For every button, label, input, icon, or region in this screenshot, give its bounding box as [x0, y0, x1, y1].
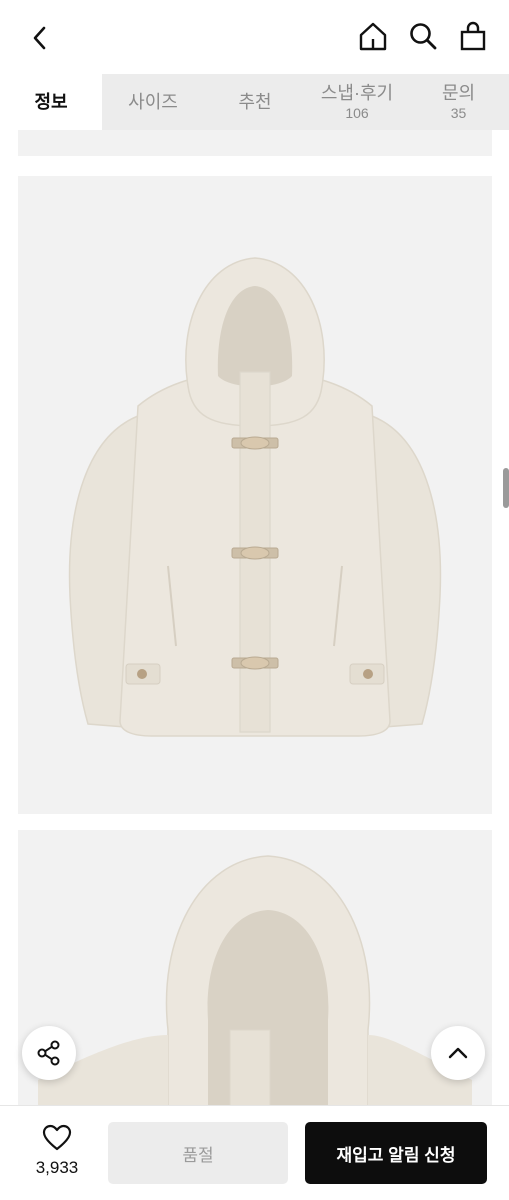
- tab-recommend[interactable]: 추천: [204, 74, 306, 130]
- search-icon: [410, 23, 437, 50]
- tab-count: 106: [345, 105, 369, 121]
- share-icon: [37, 1040, 60, 1066]
- hood-closeup-illustration: [38, 855, 472, 1105]
- home-button[interactable]: [355, 18, 391, 54]
- shopping-bag-icon: [460, 21, 486, 51]
- jacket-illustration: [68, 257, 442, 737]
- soldout-button: 품절: [108, 1122, 288, 1184]
- tab-label: 문의: [441, 83, 476, 103]
- tab-size[interactable]: 사이즈: [102, 74, 204, 130]
- chevron-up-icon: [448, 1047, 468, 1059]
- restock-alert-button[interactable]: 재입고 알림 신청: [305, 1122, 487, 1184]
- back-button[interactable]: [22, 20, 58, 56]
- tab-label: 사이즈: [128, 92, 178, 112]
- share-button[interactable]: [22, 1026, 76, 1080]
- tab-inquiry[interactable]: 문의 35: [408, 74, 509, 130]
- purchase-bar: 3,933 품절 재입고 알림 신청: [0, 1105, 509, 1200]
- search-button[interactable]: [405, 18, 441, 54]
- page-scrollbar[interactable]: [503, 468, 509, 508]
- chevron-left-icon: [33, 26, 46, 50]
- heart-icon: [42, 1124, 72, 1151]
- header-actions: [355, 18, 491, 54]
- product-image-partial: [18, 130, 492, 156]
- like-button[interactable]: 3,933: [22, 1124, 92, 1178]
- tab-count: 35: [450, 105, 467, 121]
- tab-label: 스냅·후기: [320, 83, 394, 103]
- cart-button[interactable]: [455, 18, 491, 54]
- product-image-hood-closeup: [18, 830, 492, 1105]
- scroll-top-button[interactable]: [431, 1026, 485, 1080]
- like-count: 3,933: [35, 1158, 79, 1177]
- tab-info[interactable]: 정보: [0, 74, 102, 130]
- app-header: [0, 0, 509, 74]
- product-image-jacket-front: [18, 176, 492, 814]
- product-tab-bar: 정보 사이즈 추천 스냅·후기 106 문의 35: [0, 74, 509, 130]
- tab-label: 추천: [238, 92, 272, 112]
- home-icon: [359, 22, 387, 51]
- tab-snap-review[interactable]: 스냅·후기 106: [306, 74, 408, 130]
- tab-label: 정보: [34, 92, 68, 112]
- product-detail-content: [0, 130, 509, 1105]
